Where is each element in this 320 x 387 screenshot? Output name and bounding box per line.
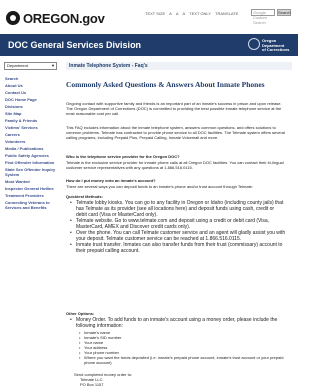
utility-links: TEXT SIZE A A A TEXT ONLY TRANSLATE: [145, 11, 238, 16]
sidebar-nav: Search About Us Contact Us DOC Home Page…: [5, 76, 61, 212]
search-button[interactable]: Search: [277, 9, 291, 16]
sidebar-item-divisions[interactable]: Divisions: [5, 104, 61, 109]
text-size-small-link[interactable]: A: [169, 11, 172, 16]
sidebar-item-doc-home[interactable]: DOC Home Page: [5, 97, 61, 102]
chevron-down-icon: ▼: [51, 63, 55, 68]
sidebar-item-find-offender[interactable]: Find Offender Information: [5, 160, 61, 165]
oregon-gov-logo[interactable]: OREGON.gov: [6, 8, 105, 28]
list-item: Money Order. To add funds to an inmate's…: [66, 317, 286, 329]
answer-1: Telmate is the exclusive service provide…: [66, 160, 284, 170]
doc-seal-icon: [248, 38, 260, 50]
list-item: Telmate website. Go to www.telmate.com a…: [66, 218, 286, 230]
list-item: Over the phone. You can call Telmate cus…: [66, 230, 286, 242]
sidebar-item-volunteers[interactable]: Volunteers: [5, 139, 61, 144]
text-size-medium-link[interactable]: A: [176, 11, 179, 16]
doc-org-name: Oregon Department of Corrections: [262, 38, 290, 53]
question-1: Who is the telephone service provider fo…: [66, 154, 180, 159]
org-line-3: of Corrections: [262, 47, 290, 52]
page-title: Commonly Asked Questions & Answers About…: [66, 80, 265, 89]
list-item: Telmate lobby kiosks. You can go to any …: [66, 200, 286, 218]
sidebar-item-careers[interactable]: Careers: [5, 132, 61, 137]
sidebar-item-family-friends[interactable]: Family & Friends: [5, 118, 61, 123]
sidebar-item-search[interactable]: Search: [5, 76, 61, 81]
money-order-list: Money Order. To add funds to an inmate's…: [66, 317, 286, 329]
sidebar-item-public-safety[interactable]: Public Safety Agencies: [5, 153, 61, 158]
address-line-2: PO Box 1157: [80, 382, 104, 387]
department-select[interactable]: Department ▼: [4, 62, 57, 70]
text-size-label: TEXT SIZE: [145, 11, 166, 16]
sidebar-item-contact-us[interactable]: Contact Us: [5, 90, 61, 95]
division-title: DOC General Services Division: [8, 40, 142, 50]
sidebar-item-treatment-providers[interactable]: Treatment Providers: [5, 193, 61, 198]
translate-link[interactable]: TRANSLATE: [215, 11, 238, 16]
money-order-info-list: Inmate's name Inmate's SID number Your n…: [66, 330, 286, 365]
sidebar-item-media[interactable]: Media / Publications: [5, 146, 61, 151]
sidebar-item-site-map[interactable]: Site Map: [5, 111, 61, 116]
page-section-heading: Inmate Telephone System - Faq's: [66, 62, 292, 70]
deposit-methods-list: Telmate lobby kiosks. You can go to any …: [66, 200, 286, 254]
quickest-methods-label: Quicklest Methods:: [66, 194, 103, 199]
text-size-large-link[interactable]: A: [183, 11, 186, 16]
intro-paragraph-2: This FAQ includes information about the …: [66, 125, 285, 140]
answer-2: There are several ways you can deposit f…: [66, 184, 254, 189]
logo-text: OREGON.gov: [23, 10, 105, 26]
sidebar-item-about-us[interactable]: About Us: [5, 83, 61, 88]
list-item: Inmate trust transfer. Inmates can also …: [66, 242, 286, 254]
department-select-value: Department: [7, 63, 28, 68]
top-bar: OREGON.gov TEXT SIZE A A A TEXT ONLY TRA…: [0, 0, 298, 34]
other-options-label: Other Options:: [66, 311, 95, 316]
oregon-logo-icon: [6, 11, 20, 25]
intro-paragraph-1: Ongoing contact with supportive family a…: [66, 101, 282, 116]
search-input[interactable]: Google Custom Search: [251, 9, 275, 25]
sidebar: Department ▼ Search About Us Contact Us …: [0, 58, 62, 386]
list-item: Where you want the funds deposited (i.e.…: [66, 355, 286, 365]
division-banner: DOC General Services Division Oregon Dep…: [0, 34, 298, 56]
sidebar-item-most-wanted[interactable]: Most Wanted: [5, 179, 61, 184]
question-2: How do I put money onto an inmate's acco…: [66, 178, 156, 183]
sidebar-item-veterans[interactable]: Connecting Veterans to Services and Bene…: [5, 200, 61, 210]
text-only-link[interactable]: TEXT ONLY: [189, 11, 211, 16]
sidebar-item-inspector-general[interactable]: Inspector General Hotline: [5, 186, 61, 191]
sidebar-item-victims-services[interactable]: Victims' Services: [5, 125, 61, 130]
sidebar-item-sex-offender-inquiry[interactable]: State Sex Offender Inquiry System: [5, 167, 61, 177]
